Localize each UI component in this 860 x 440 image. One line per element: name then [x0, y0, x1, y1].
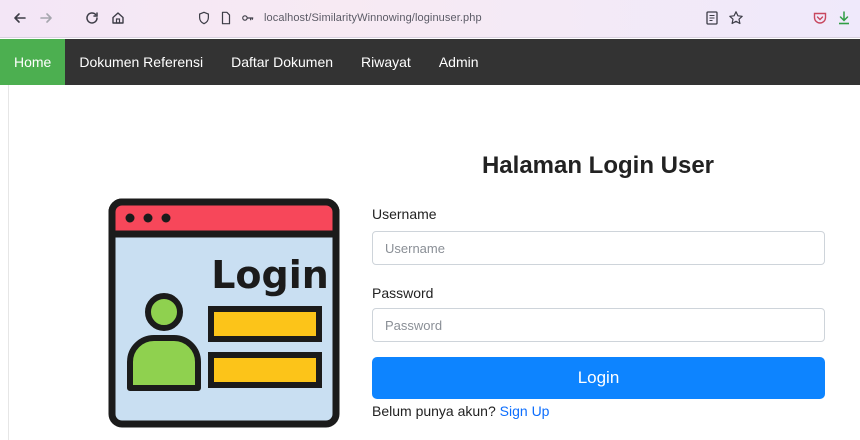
login-illustration: Login	[108, 198, 340, 428]
login-button[interactable]: Login	[372, 357, 825, 399]
username-label: Username	[372, 206, 437, 222]
address-bar[interactable]: localhost/SimilarityWinnowing/loginuser.…	[196, 7, 482, 29]
signup-link[interactable]: Sign Up	[500, 403, 550, 419]
reload-icon[interactable]	[80, 6, 104, 30]
nav-item-dokumen-referensi[interactable]: Dokumen Referensi	[65, 39, 217, 85]
page-icon[interactable]	[218, 10, 234, 26]
nav-item-admin[interactable]: Admin	[425, 39, 493, 85]
site-navbar: Home Dokumen Referensi Daftar Dokumen Ri…	[0, 39, 860, 85]
username-input[interactable]	[372, 231, 825, 265]
window-dot-icon	[143, 213, 153, 223]
window-dot-icon	[161, 213, 171, 223]
download-icon[interactable]	[832, 6, 856, 30]
nav-item-riwayat[interactable]: Riwayat	[347, 39, 425, 85]
home-icon[interactable]	[106, 6, 130, 30]
illustration-field-bar	[208, 306, 322, 342]
pocket-icon[interactable]	[808, 6, 832, 30]
signup-prompt-line: Belum punya akun? Sign Up	[372, 403, 549, 419]
browser-toolbar: localhost/SimilarityWinnowing/loginuser.…	[0, 0, 860, 38]
nav-item-home[interactable]: Home	[0, 39, 66, 85]
bookmark-star-icon[interactable]	[724, 6, 748, 30]
illustration-field-bar	[208, 352, 322, 388]
password-input[interactable]	[372, 308, 825, 342]
window-dot-icon	[125, 213, 135, 223]
reader-icon[interactable]	[700, 6, 724, 30]
back-icon[interactable]	[8, 6, 32, 30]
nav-item-daftar-dokumen[interactable]: Daftar Dokumen	[217, 39, 347, 85]
key-icon[interactable]	[240, 10, 256, 26]
shield-icon[interactable]	[196, 10, 212, 26]
page-left-border	[8, 85, 9, 440]
page-title: Halaman Login User	[481, 152, 715, 179]
forward-icon[interactable]	[34, 6, 58, 30]
url-text[interactable]: localhost/SimilarityWinnowing/loginuser.…	[264, 12, 482, 24]
signup-prompt-text: Belum punya akun?	[372, 403, 496, 419]
illustration-login-text: Login	[211, 253, 329, 297]
user-head-icon	[145, 293, 183, 331]
password-label: Password	[372, 285, 434, 301]
user-body-icon	[127, 335, 201, 391]
